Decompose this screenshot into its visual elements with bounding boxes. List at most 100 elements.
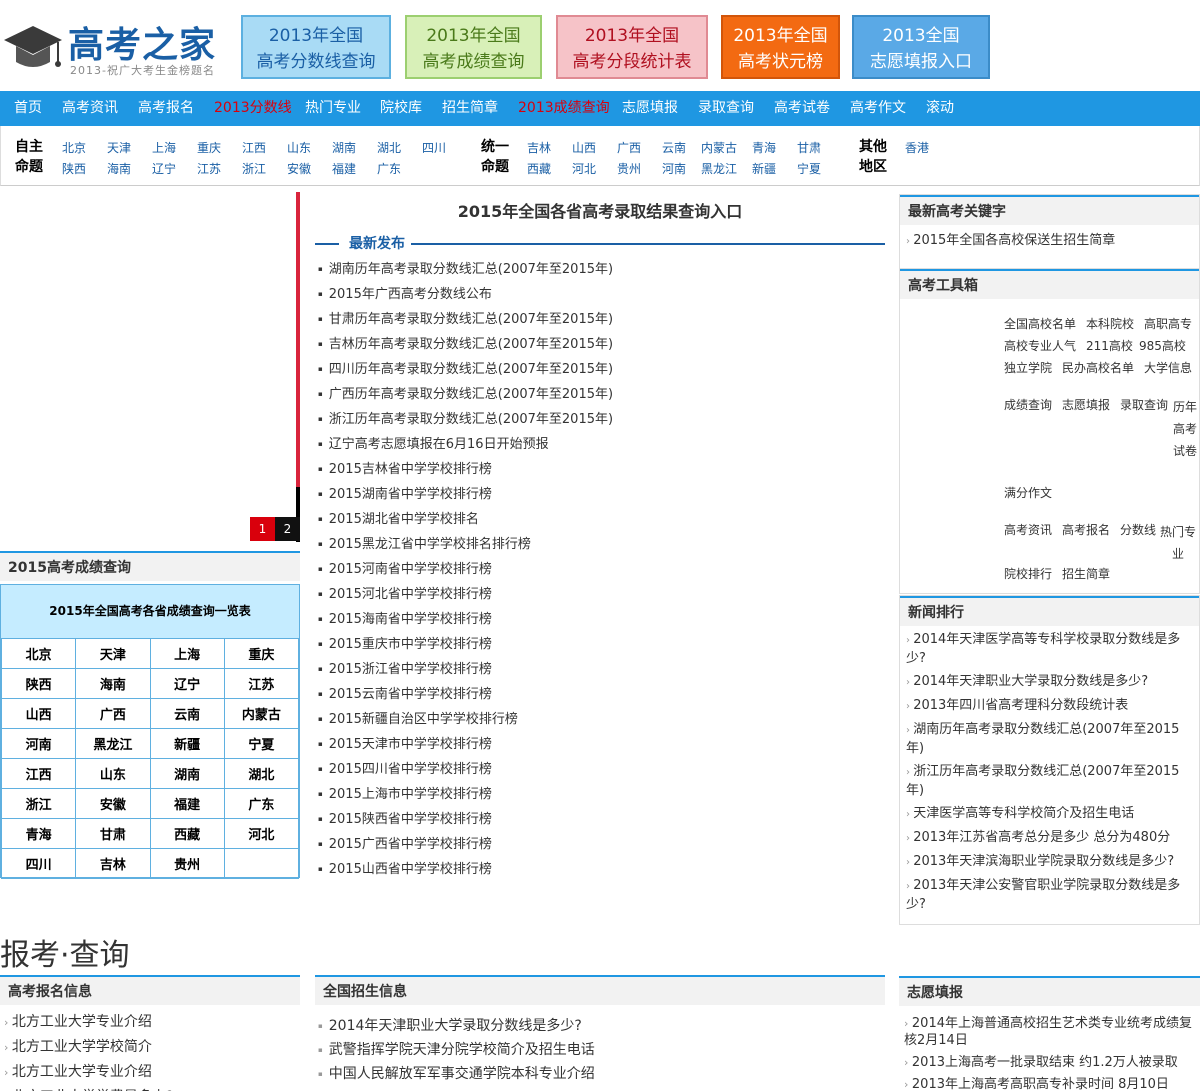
bottom-col1-item[interactable]: 北方工业大学专业介绍 [4, 1060, 300, 1085]
score-province-cell[interactable]: 福建 [149, 788, 225, 819]
latest-news-item[interactable]: 广西历年高考录取分数线汇总(2007年至2015年) [318, 382, 613, 407]
toolbox-link[interactable]: 热门专业 [1160, 521, 1196, 565]
slider-dot-1[interactable]: 1 [250, 517, 275, 541]
province-link[interactable]: 陕西 [62, 160, 86, 177]
latest-news-item[interactable]: 2015湖北省中学学校排名 [318, 507, 613, 532]
latest-news-item[interactable]: 吉林历年高考录取分数线汇总(2007年至2015年) [318, 332, 613, 357]
province-link[interactable]: 甘肃 [797, 139, 821, 156]
nav-item-7[interactable]: 招生简章 [442, 91, 498, 126]
score-province-cell[interactable]: 安徽 [75, 788, 151, 819]
header-button-5[interactable]: 2013全国 志愿填报入口 [852, 15, 990, 79]
latest-news-item[interactable]: 2015上海市中学学校排行榜 [318, 782, 613, 807]
latest-news-item[interactable]: 2015天津市中学学校排行榜 [318, 732, 613, 757]
score-province-cell[interactable]: 贵州 [149, 848, 225, 879]
toolbox-link[interactable]: 高校专业人气 [1004, 337, 1076, 354]
score-province-cell[interactable]: 甘肃 [75, 818, 151, 849]
province-link[interactable]: 北京 [62, 139, 86, 156]
province-link[interactable]: 西藏 [527, 160, 551, 177]
latest-news-item[interactable]: 浙江历年高考录取分数线汇总(2007年至2015年) [318, 407, 613, 432]
latest-news-item[interactable]: 2015重庆市中学学校排行榜 [318, 632, 613, 657]
toolbox-link[interactable]: 成绩查询 [1004, 396, 1052, 413]
nav-item-9[interactable]: 志愿填报 [622, 91, 678, 126]
score-province-cell[interactable]: 山西 [0, 698, 77, 729]
latest-news-item[interactable]: 四川历年高考录取分数线汇总(2007年至2015年) [318, 357, 613, 382]
province-link[interactable]: 重庆 [197, 139, 221, 156]
score-province-cell[interactable]: 宁夏 [223, 728, 300, 759]
bottom-col1-item[interactable]: 北方工业大学学费是多少? [4, 1085, 300, 1091]
score-province-cell[interactable]: 海南 [75, 668, 151, 699]
news-ranking-item[interactable]: 2013年江苏省高考总分是多少 总分为480分 [900, 826, 1199, 850]
bottom-col2-item[interactable]: 2014年天津职业大学录取分数线是多少? [318, 1014, 885, 1038]
score-province-cell[interactable]: 江西 [0, 758, 77, 789]
toolbox-link[interactable]: 院校排行 [1004, 565, 1052, 582]
score-province-cell[interactable]: 江苏 [223, 668, 300, 699]
nav-item-4[interactable]: 2013分数线 [214, 91, 292, 126]
header-button-4[interactable]: 2013年全国 高考状元榜 [721, 15, 840, 79]
header-button-3[interactable]: 2013年全国 高考分段统计表 [556, 15, 708, 79]
score-province-cell[interactable]: 重庆 [223, 638, 300, 669]
toolbox-link[interactable]: 高考资讯 [1004, 521, 1052, 538]
province-link[interactable]: 新疆 [752, 160, 776, 177]
score-province-cell[interactable]: 北京 [0, 638, 77, 669]
province-link[interactable]: 广东 [377, 160, 401, 177]
toolbox-link[interactable]: 高职高专 [1144, 315, 1192, 332]
news-ranking-item[interactable]: 湖南历年高考录取分数线汇总(2007年至2015年) [900, 718, 1199, 760]
nav-item-3[interactable]: 高考报名 [138, 91, 194, 126]
province-link[interactable]: 内蒙古 [701, 139, 737, 156]
header-button-1[interactable]: 2013年全国 高考分数线查询 [241, 15, 391, 79]
score-province-cell[interactable]: 广东 [223, 788, 300, 819]
province-link[interactable]: 上海 [152, 139, 176, 156]
province-link[interactable]: 云南 [662, 139, 686, 156]
header-button-2[interactable]: 2013年全国 高考成绩查询 [405, 15, 542, 79]
news-ranking-item[interactable]: 天津医学高等专科学校简介及招生电话 [900, 802, 1199, 826]
province-link[interactable]: 贵州 [617, 160, 641, 177]
image-slider[interactable] [0, 192, 300, 542]
score-province-cell[interactable]: 西藏 [149, 818, 225, 849]
province-link[interactable]: 广西 [617, 139, 641, 156]
latest-news-item[interactable]: 2015海南省中学学校排行榜 [318, 607, 613, 632]
score-province-cell[interactable]: 河北 [223, 818, 300, 849]
score-province-cell[interactable]: 黑龙江 [75, 728, 151, 759]
province-link[interactable]: 青海 [752, 139, 776, 156]
bottom-col1-item[interactable]: 北方工业大学专业介绍 [4, 1010, 300, 1035]
toolbox-link[interactable]: 独立学院 [1004, 359, 1052, 376]
latest-news-item[interactable]: 湖南历年高考录取分数线汇总(2007年至2015年) [318, 257, 613, 282]
nav-item-6[interactable]: 院校库 [380, 91, 422, 126]
latest-news-item[interactable]: 2015河北省中学学校排行榜 [318, 582, 613, 607]
score-province-cell[interactable]: 辽宁 [149, 668, 225, 699]
news-ranking-item[interactable]: 2014年天津职业大学录取分数线是多少? [900, 670, 1199, 694]
score-province-cell[interactable]: 湖南 [149, 758, 225, 789]
province-link[interactable]: 河北 [572, 160, 596, 177]
toolbox-link[interactable]: 985高校 [1139, 337, 1186, 354]
toolbox-link[interactable]: 民办高校名单 [1062, 359, 1134, 376]
latest-news-item[interactable]: 2015年广西高考分数线公布 [318, 282, 613, 307]
toolbox-link[interactable]: 高考报名 [1062, 521, 1110, 538]
province-link[interactable]: 安徽 [287, 160, 311, 177]
province-link[interactable]: 吉林 [527, 139, 551, 156]
score-province-cell[interactable]: 广西 [75, 698, 151, 729]
bottom-col2-item[interactable]: 中国人民解放军军事交通学院本科专业介绍 [318, 1062, 885, 1086]
bottom-col1-item[interactable]: 北方工业大学学校简介 [4, 1035, 300, 1060]
bottom-col3-item[interactable]: 2013年上海高考高职高专补录时间 8月10日 [904, 1073, 1200, 1091]
score-province-cell[interactable]: 新疆 [149, 728, 225, 759]
slider-dot-2[interactable]: 2 [275, 517, 300, 541]
latest-news-item[interactable]: 2015陕西省中学学校排行榜 [318, 807, 613, 832]
latest-news-item[interactable]: 2015黑龙江省中学学校排名排行榜 [318, 532, 613, 557]
province-link[interactable]: 香港 [905, 139, 929, 156]
latest-news-item[interactable]: 2015河南省中学学校排行榜 [318, 557, 613, 582]
bottom-col2-item[interactable]: 武警指挥学院天津分院学校简介及招生电话 [318, 1038, 885, 1062]
province-link[interactable]: 山东 [287, 139, 311, 156]
score-province-cell[interactable]: 上海 [149, 638, 225, 669]
province-link[interactable]: 江西 [242, 139, 266, 156]
latest-news-item[interactable]: 2015湖南省中学学校排行榜 [318, 482, 613, 507]
score-query-subheading[interactable]: 2015年全国高考各省成绩查询一览表 [1, 585, 299, 638]
toolbox-link[interactable]: 全国高校名单 [1004, 315, 1076, 332]
site-logo[interactable]: 高考之家 2013-祝广大考生金榜题名 [0, 12, 230, 80]
nav-item-8[interactable]: 2013成绩查询 [518, 91, 610, 126]
toolbox-link[interactable]: 本科院校 [1086, 315, 1134, 332]
province-link[interactable]: 宁夏 [797, 160, 821, 177]
toolbox-link[interactable]: 志愿填报 [1062, 396, 1110, 413]
nav-item-12[interactable]: 高考作文 [850, 91, 906, 126]
latest-news-item[interactable]: 2015浙江省中学学校排行榜 [318, 657, 613, 682]
toolbox-link[interactable]: 录取查询 [1120, 396, 1168, 413]
